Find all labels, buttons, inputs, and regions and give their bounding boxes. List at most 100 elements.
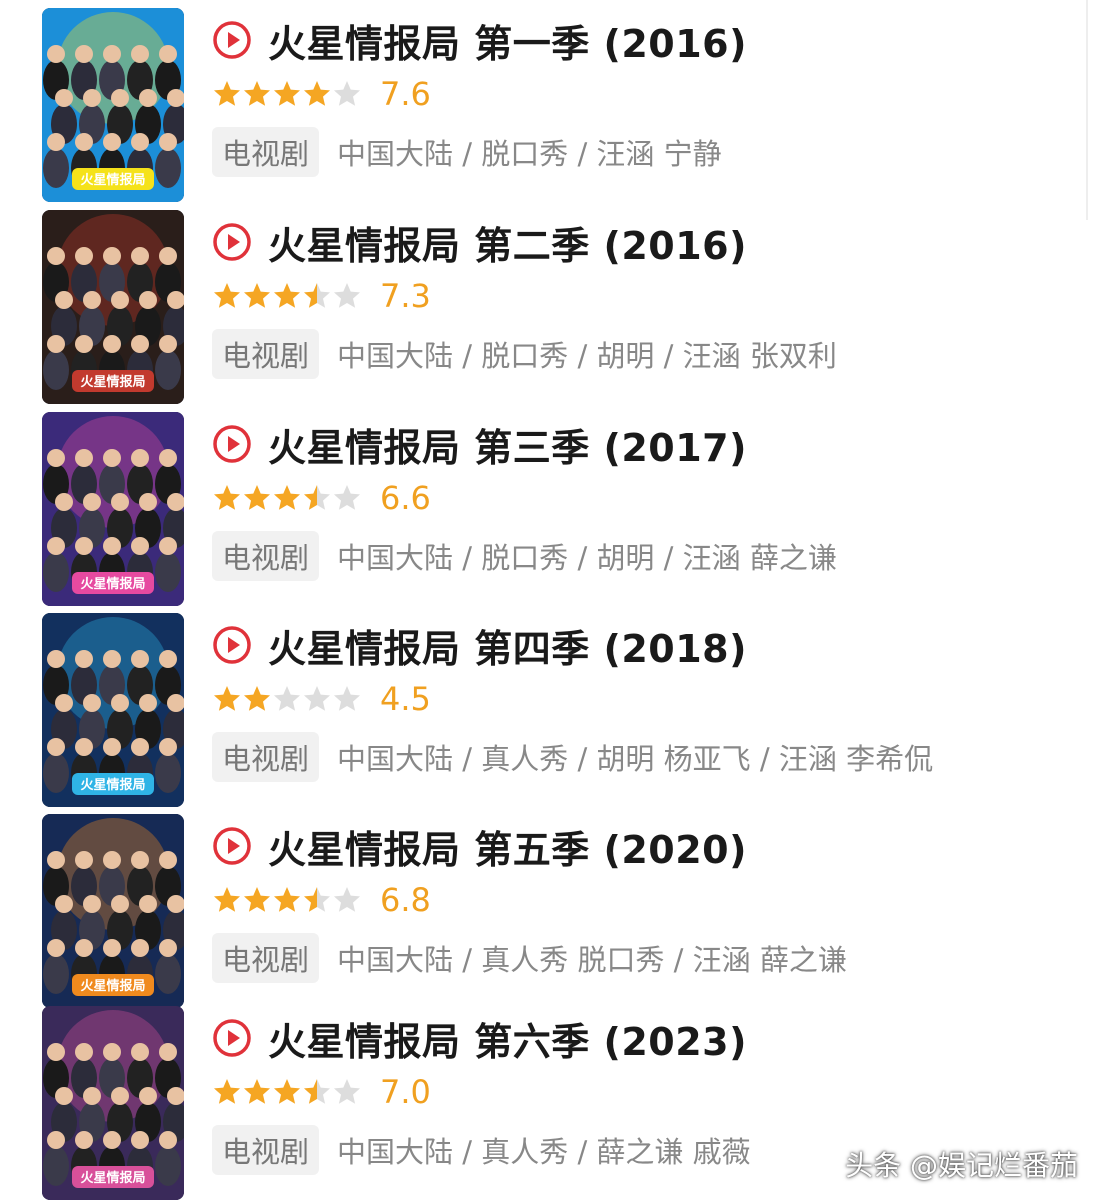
- play-icon[interactable]: [212, 20, 252, 60]
- star-full-icon: [214, 81, 240, 106]
- poster-image[interactable]: 火星情报局: [42, 613, 184, 807]
- item-meta: 中国大陆 / 脱口秀 / 胡明 / 汪涵 张双利: [337, 339, 837, 373]
- star-full-icon: [244, 686, 270, 711]
- star-empty-icon: [334, 81, 360, 106]
- star-full-icon: [274, 81, 300, 106]
- svg-text:火星情报局: 火星情报局: [80, 576, 145, 592]
- meta-row: 电视剧 中国大陆 / 真人秀 / 薛之谦 戚薇: [212, 1125, 751, 1175]
- item-title[interactable]: 火星情报局 第四季 (2018): [268, 618, 747, 673]
- star-full-icon: [244, 1079, 270, 1104]
- star-full-icon: [244, 887, 270, 912]
- type-tag: 电视剧: [212, 1125, 320, 1175]
- star-rating: [212, 483, 362, 513]
- star-rating: [212, 281, 362, 311]
- item-meta: 中国大陆 / 真人秀 脱口秀 / 汪涵 薛之谦: [337, 943, 847, 977]
- star-full-icon: [274, 1079, 300, 1104]
- watermark-text: 头条 @娱记烂番茄: [845, 1149, 1078, 1182]
- star-full-icon: [214, 686, 240, 711]
- title-row: 火星情报局 第四季 (2018): [212, 617, 747, 673]
- item-meta: 中国大陆 / 脱口秀 / 汪涵 宁静: [337, 137, 722, 171]
- star-full-icon: [244, 283, 270, 308]
- rating-score: 7.3: [380, 277, 431, 315]
- star-half-icon: [304, 485, 330, 510]
- star-empty-icon: [334, 283, 360, 308]
- result-list: 火星情报局 火星情报局 第一季 (2016) 7.6 电视剧 中国大陆 / 脱口…: [0, 0, 1100, 1204]
- type-tag: 电视剧: [212, 531, 320, 581]
- item-title[interactable]: 火星情报局 第一季 (2016): [268, 13, 747, 68]
- meta-row: 电视剧 中国大陆 / 脱口秀 / 汪涵 宁静: [212, 127, 722, 177]
- svg-text:火星情报局: 火星情报局: [80, 374, 145, 390]
- item-meta: 中国大陆 / 脱口秀 / 胡明 / 汪涵 薛之谦: [337, 541, 837, 575]
- rating-score: 7.0: [380, 1073, 431, 1111]
- list-item[interactable]: 火星情报局 火星情报局 第五季 (2020) 6.8 电视剧 中国大陆 / 真人…: [0, 812, 1100, 1012]
- star-rating: [212, 885, 362, 915]
- poster-image[interactable]: 火星情报局: [42, 8, 184, 202]
- play-icon[interactable]: [212, 625, 252, 665]
- play-icon[interactable]: [212, 424, 252, 464]
- type-tag: 电视剧: [212, 732, 320, 782]
- star-empty-icon: [334, 1079, 360, 1104]
- title-row: 火星情报局 第三季 (2017): [212, 416, 747, 472]
- star-rating: [212, 684, 362, 714]
- star-empty-icon: [274, 686, 300, 711]
- item-meta: 中国大陆 / 真人秀 / 胡明 杨亚飞 / 汪涵 李希侃: [337, 742, 934, 776]
- star-full-icon: [244, 81, 270, 106]
- type-tag: 电视剧: [212, 127, 320, 177]
- rating-row: 6.6: [212, 478, 431, 518]
- item-title[interactable]: 火星情报局 第五季 (2020): [268, 819, 747, 874]
- rating-row: 7.6: [212, 74, 431, 114]
- type-tag: 电视剧: [212, 329, 320, 379]
- rating-row: 7.0: [212, 1072, 431, 1112]
- svg-text:火星情报局: 火星情报局: [80, 172, 145, 188]
- star-full-icon: [214, 887, 240, 912]
- poster-image[interactable]: 火星情报局: [42, 210, 184, 404]
- rating-row: 7.3: [212, 276, 431, 316]
- star-full-icon: [214, 1079, 240, 1104]
- title-row: 火星情报局 第六季 (2023): [212, 1010, 747, 1066]
- rating-score: 6.6: [380, 479, 431, 517]
- play-icon[interactable]: [212, 826, 252, 866]
- star-full-icon: [214, 485, 240, 510]
- star-rating: [212, 79, 362, 109]
- play-icon[interactable]: [212, 222, 252, 262]
- meta-row: 电视剧 中国大陆 / 真人秀 脱口秀 / 汪涵 薛之谦: [212, 933, 847, 983]
- meta-row: 电视剧 中国大陆 / 脱口秀 / 胡明 / 汪涵 张双利: [212, 329, 837, 379]
- list-item[interactable]: 火星情报局 火星情报局 第一季 (2016) 7.6 电视剧 中国大陆 / 脱口…: [0, 6, 1100, 206]
- star-empty-icon: [334, 485, 360, 510]
- meta-row: 电视剧 中国大陆 / 脱口秀 / 胡明 / 汪涵 薛之谦: [212, 531, 837, 581]
- star-full-icon: [274, 887, 300, 912]
- poster-image[interactable]: 火星情报局: [42, 412, 184, 606]
- list-item[interactable]: 火星情报局 火星情报局 第三季 (2017) 6.6 电视剧 中国大陆 / 脱口…: [0, 410, 1100, 610]
- item-meta: 中国大陆 / 真人秀 / 薛之谦 戚薇: [337, 1135, 751, 1169]
- play-icon[interactable]: [212, 1018, 252, 1058]
- poster-image[interactable]: 火星情报局: [42, 814, 184, 1008]
- star-empty-icon: [304, 686, 330, 711]
- title-row: 火星情报局 第五季 (2020): [212, 818, 747, 874]
- item-title[interactable]: 火星情报局 第六季 (2023): [268, 1011, 747, 1066]
- title-row: 火星情报局 第二季 (2016): [212, 214, 747, 270]
- star-half-icon: [304, 283, 330, 308]
- star-full-icon: [244, 485, 270, 510]
- rating-row: 6.8: [212, 880, 431, 920]
- star-empty-icon: [334, 887, 360, 912]
- star-full-icon: [274, 283, 300, 308]
- star-half-icon: [304, 1079, 330, 1104]
- scrollbar[interactable]: [1086, 0, 1088, 220]
- title-row: 火星情报局 第一季 (2016): [212, 12, 747, 68]
- list-item[interactable]: 火星情报局 火星情报局 第四季 (2018) 4.5 电视剧 中国大陆 / 真人…: [0, 611, 1100, 811]
- rating-score: 4.5: [380, 680, 431, 718]
- svg-text:火星情报局: 火星情报局: [80, 1170, 145, 1186]
- star-full-icon: [274, 485, 300, 510]
- type-tag: 电视剧: [212, 933, 320, 983]
- rating-score: 7.6: [380, 75, 431, 113]
- item-title[interactable]: 火星情报局 第三季 (2017): [268, 417, 747, 472]
- poster-image[interactable]: 火星情报局: [42, 1006, 184, 1200]
- list-item[interactable]: 火星情报局 火星情报局 第二季 (2016) 7.3 电视剧 中国大陆 / 脱口…: [0, 208, 1100, 408]
- star-full-icon: [214, 283, 240, 308]
- item-title[interactable]: 火星情报局 第二季 (2016): [268, 215, 747, 270]
- rating-row: 4.5: [212, 679, 431, 719]
- star-half-icon: [304, 887, 330, 912]
- rating-score: 6.8: [380, 881, 431, 919]
- svg-text:火星情报局: 火星情报局: [80, 777, 145, 793]
- star-full-icon: [304, 81, 330, 106]
